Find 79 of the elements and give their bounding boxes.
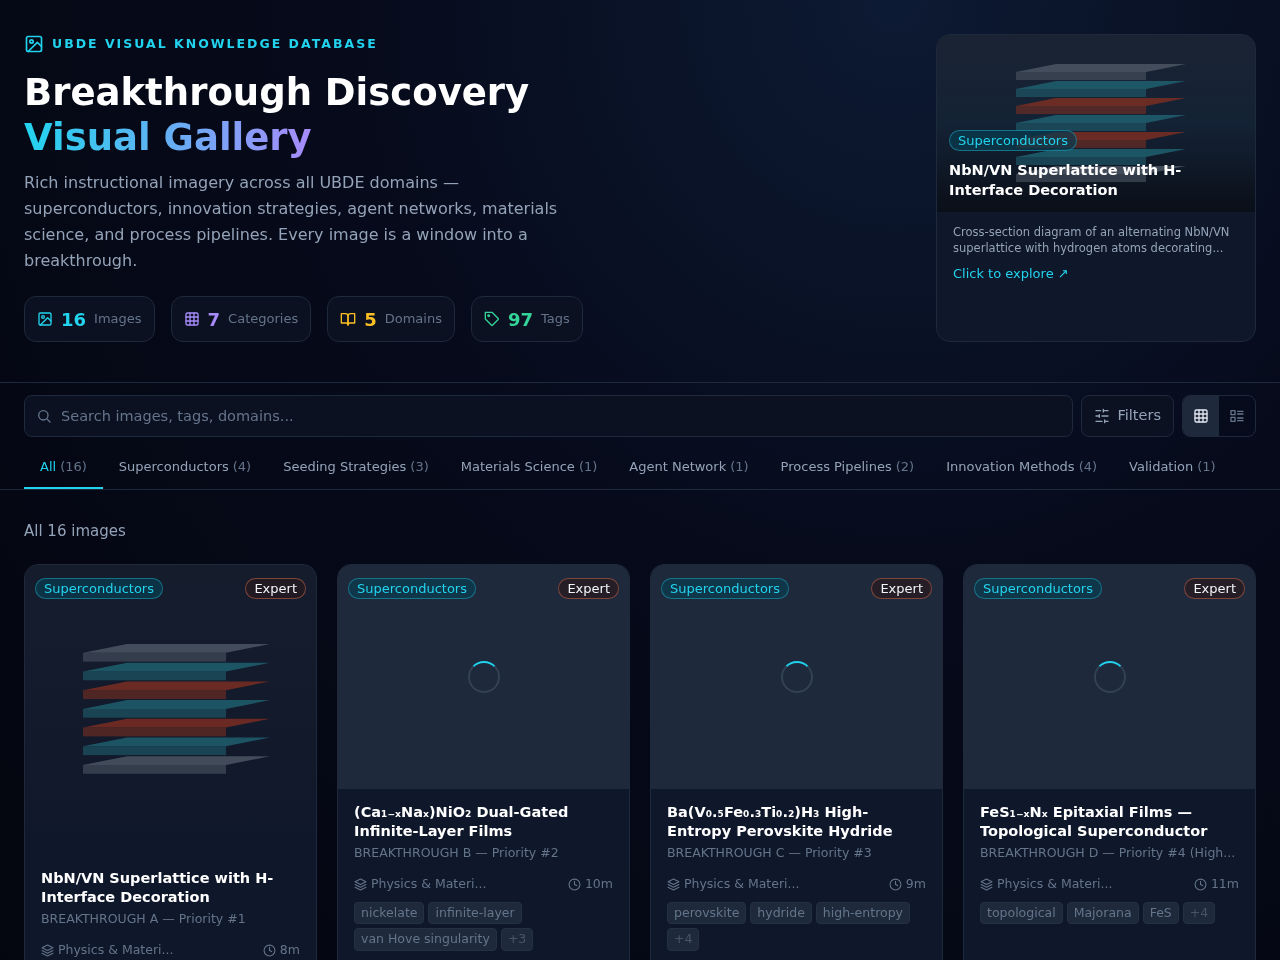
search-field[interactable]: Search images, tags, domains...	[24, 395, 1073, 437]
page-title: Breakthrough Discovery	[24, 70, 531, 115]
category-tab[interactable]: Agent Network (1)	[613, 447, 765, 489]
featured-title: NbN/VN Superlattice with H-Interface Decoration	[949, 161, 1183, 200]
category-tab[interactable]: Materials Science (1)	[444, 447, 614, 489]
card-subtitle: BREAKTHROUGH A — Priority #1	[41, 910, 247, 928]
category-tab[interactable]: Seeding Strategies (3)	[267, 447, 445, 489]
featured-card[interactable]: Superconductors NbN/VN Superlattice with H-Interface Decoration Cross-section diagram of an alternating NbN/VN superlattice with hydrogen atoms decorating... Click to explore ↗	[936, 34, 1256, 342]
card-title: FeS₁₋ₓNₓ Epitaxial Films — Topological Superconductor	[980, 803, 1209, 841]
stat-value: 5	[364, 307, 377, 332]
explore-link[interactable]: Click to explore ↗	[953, 264, 1069, 284]
difficulty-badge: Expert	[245, 578, 306, 599]
stat-value: 16	[61, 307, 87, 332]
stat-label: Domains	[384, 310, 442, 329]
tag-chip: van Hove singularity	[354, 928, 497, 951]
clock-icon	[1193, 877, 1207, 891]
grid-icon	[183, 311, 200, 327]
category-badge: Superconductors	[949, 130, 1077, 151]
layers-icon	[667, 877, 680, 891]
featured-description: Cross-section diagram of an alternating NbN/VN superlattice with hydrogen atoms decorating...	[953, 224, 1231, 256]
category-badge: Superconductors	[35, 578, 163, 599]
clock-icon	[888, 877, 902, 891]
category-tab[interactable]: Process Pipelines (2)	[764, 447, 931, 489]
tag-chip: FeS	[1142, 901, 1179, 925]
card-subtitle: BREAKTHROUGH C — Priority #3	[667, 844, 873, 862]
eyebrow-label: UBDE VISUAL KNOWLEDGE DATABASE	[52, 34, 378, 53]
list-icon	[1229, 408, 1245, 424]
clock-icon	[262, 943, 276, 957]
category-tab[interactable]: Innovation Methods (4)	[930, 447, 1114, 489]
tag-icon	[483, 311, 500, 327]
domain-label: Physics & Materi...	[371, 874, 487, 893]
category-badge: Superconductors	[348, 578, 476, 599]
sliders-icon	[1093, 408, 1110, 424]
clock-icon	[567, 877, 581, 891]
category-badge: Superconductors	[661, 578, 789, 599]
read-time: 11m	[1210, 874, 1239, 893]
tag-chip: high-entropy	[815, 901, 910, 925]
difficulty-badge: Expert	[871, 578, 932, 599]
image-icon	[37, 311, 53, 327]
card-subtitle: BREAKTHROUGH D — Priority #4 (High...	[980, 844, 1237, 862]
card-title: (Ca₁₋ₓNaₓ)NiO₂ Dual-Gated Infinite-Layer Films	[354, 803, 570, 841]
gallery-card[interactable]: Superconductors Expert NbN/VN Superlattice with H-Interface Decoration BREAKTHROUGH A — Priority #1 Physics & Materi... 8m	[24, 564, 317, 960]
tag-chip: hydride	[750, 901, 812, 925]
category-tab[interactable]: Superconductors (4)	[102, 447, 268, 489]
stat-label: Images	[94, 310, 142, 329]
domain-label: Physics & Materi...	[58, 940, 174, 959]
tag-chip: topological	[980, 901, 1063, 925]
stat-label: Tags	[541, 310, 570, 329]
grid-view-button[interactable]	[1183, 396, 1219, 436]
category-tab[interactable]: Validation (1)	[1113, 447, 1232, 489]
difficulty-badge: Expert	[558, 578, 619, 599]
result-count: All 16 images	[24, 520, 127, 542]
stat-label: Categories	[228, 310, 299, 329]
card-subtitle: BREAKTHROUGH B — Priority #2	[354, 844, 560, 862]
domain-label: Physics & Materi...	[997, 874, 1113, 893]
page-description: Rich instructional imagery across all UBDE domains — superconductors, innovation strategies, agent networks, materials science, and process pipelines. Every image is a window into a breakthrough.	[24, 172, 559, 272]
difficulty-badge: Expert	[1184, 578, 1245, 599]
read-time: 9m	[905, 874, 926, 893]
tag-chip: nickelate	[354, 901, 425, 925]
category-tab[interactable]: All (16)	[24, 447, 103, 489]
card-title: NbN/VN Superlattice with H-Interface Decoration	[41, 869, 275, 907]
category-badge: Superconductors	[974, 578, 1102, 599]
book-icon	[340, 311, 357, 327]
image-icon	[24, 34, 44, 54]
filters-button[interactable]: Filters	[1080, 395, 1174, 437]
stat-value: 97	[507, 307, 533, 332]
search-icon	[36, 408, 52, 424]
layers-icon	[980, 877, 993, 891]
tag-chip: Majorana	[1066, 901, 1139, 925]
grid-icon	[1193, 408, 1209, 424]
layers-icon	[354, 877, 367, 891]
tag-chip: infinite-layer	[428, 901, 522, 925]
layers-icon	[41, 943, 54, 957]
read-time: 10m	[584, 874, 613, 893]
stat-value: 7	[207, 307, 221, 332]
tag-chip: perovskite	[667, 901, 747, 925]
read-time: 8m	[279, 940, 300, 959]
card-title: Ba(V₀.₅Fe₀.₃Ti₀.₂)H₃ High-Entropy Perovskite Hydride	[667, 803, 894, 841]
domain-label: Physics & Materi...	[684, 874, 800, 893]
